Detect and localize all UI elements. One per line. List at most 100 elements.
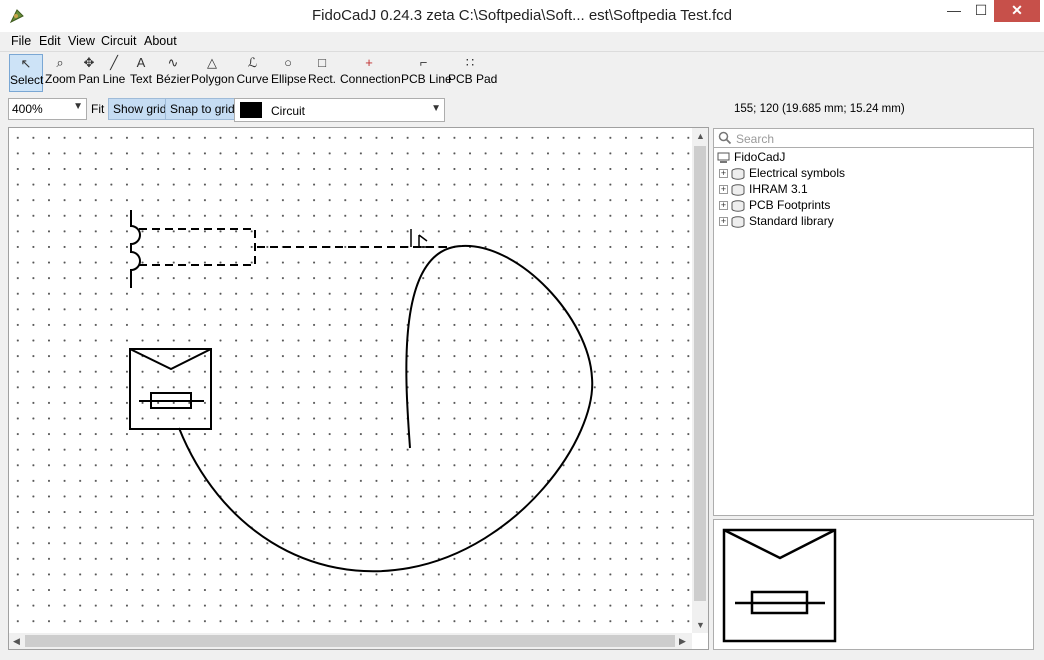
pcb-line-icon: ⌐ [419,55,428,70]
toolbar: ↖ Select ⌕ Zoom ✥ Pan ╱ Line A Text ∿ Bé… [0,51,1044,95]
curve-icon: ℒ [247,55,258,70]
options-bar: 400% ▼ Fit Show grid Snap to grid Circui… [0,95,1044,126]
drawing-area: ▲ ▼ ◀ ▶ [8,127,709,650]
scroll-down-icon[interactable]: ▼ [696,620,705,630]
fuse-component [129,348,212,430]
menu-file[interactable]: File [11,34,31,48]
tool-polygon[interactable]: △ Polygon [191,54,235,92]
ellipse-icon: ○ [284,55,292,70]
menu-bar: File Edit View Circuit About [0,32,1044,50]
layer-select[interactable]: Circuit ▼ [234,98,445,122]
pin-marker [410,229,432,248]
library-icon [731,200,745,212]
vertical-scroll-thumb[interactable] [694,146,706,601]
library-icon [731,168,745,180]
snap-to-grid-toggle[interactable]: Snap to grid [165,98,240,120]
library-icon [731,184,745,196]
tree-item-standard-library[interactable]: + Standard library [719,214,834,230]
show-grid-toggle[interactable]: Show grid [108,98,172,120]
tool-label: Pan [78,72,100,86]
tool-curve[interactable]: ℒ Curve [236,54,269,92]
select-arrow-icon: ↖ [20,56,32,71]
window-title: FidoCadJ 0.24.3 zeta C:\Softpedia\Soft..… [312,7,732,24]
horizontal-scrollbar[interactable]: ◀ ▶ [9,633,692,649]
tool-label: Zoom [45,72,76,86]
tool-label: Ellipse [271,72,307,86]
tool-label: Connection [340,72,401,86]
zoom-value: 400% [12,102,43,116]
dashed-wire [139,228,256,266]
layer-color-swatch [240,102,262,118]
tree-item-label: Standard library [749,214,834,228]
horizontal-scroll-thumb[interactable] [25,635,675,647]
zoom-select[interactable]: 400% ▼ [8,98,87,120]
tool-label: Line [102,72,126,86]
tool-label: Rect. [307,72,336,86]
tool-label: Polygon [191,72,235,86]
tool-rectangle[interactable]: □ Rect. [306,54,338,92]
expand-icon[interactable]: + [719,217,728,227]
fuse-preview [722,528,837,643]
tool-zoom[interactable]: ⌕ Zoom [45,54,76,92]
line-icon: ╱ [110,55,118,70]
tree-item-electrical-symbols[interactable]: + Electrical symbols [719,166,845,182]
zoom-icon: ⌕ [56,55,64,70]
connection-icon: + [365,55,373,70]
circuit-drawing [129,210,594,573]
minimize-button[interactable]: — [940,0,968,22]
expand-icon[interactable]: + [719,185,728,195]
pan-icon: ✥ [83,55,95,70]
tree-item-label: IHRAM 3.1 [749,182,808,196]
expand-icon[interactable]: + [719,201,728,211]
connector-symbol [130,210,141,288]
tool-label: Text [129,72,152,86]
scroll-right-icon[interactable]: ▶ [679,636,686,647]
tool-bezier[interactable]: ∿ Bézier [156,54,190,92]
chevron-down-icon: ▼ [73,101,83,112]
tool-line[interactable]: ╱ Line [102,54,126,92]
tree-root[interactable]: FidoCadJ [717,150,785,166]
title-bar: FidoCadJ 0.24.3 zeta C:\Softpedia\Soft..… [0,0,1044,33]
expand-icon[interactable]: + [719,169,728,179]
bezier-icon: ∿ [167,55,179,70]
menu-view[interactable]: View [68,34,95,48]
scroll-up-icon[interactable]: ▲ [696,131,705,141]
layer-name: Circuit [271,104,306,118]
menu-circuit[interactable]: Circuit [101,34,136,48]
menu-edit[interactable]: Edit [39,34,61,48]
tool-pcb-line[interactable]: ⌐ PCB Line [401,54,452,92]
computer-icon [717,152,730,163]
library-search[interactable] [713,128,1034,148]
coordinates-readout: 155; 120 (19.685 mm; 15.24 mm) [734,103,905,115]
tool-label: Bézier [156,72,191,86]
search-input[interactable] [734,131,1028,147]
symbol-preview [713,519,1034,650]
tool-pan[interactable]: ✥ Pan [77,54,101,92]
text-icon: A [136,55,146,70]
fuse-chevron [129,348,212,371]
tree-item-label: Electrical symbols [749,166,846,180]
menu-about[interactable]: About [144,34,177,48]
tree-item-ihram[interactable]: + IHRAM 3.1 [719,182,808,198]
fit-button[interactable]: Fit [91,102,104,116]
scroll-left-icon[interactable]: ◀ [13,636,20,647]
drawing-canvas[interactable] [9,128,692,633]
maximize-button[interactable]: ☐ [968,0,994,22]
polygon-icon: △ [207,55,217,70]
tool-ellipse[interactable]: ○ Ellipse [271,54,307,92]
tool-text[interactable]: A Text [128,54,154,92]
vertical-scrollbar[interactable]: ▲ ▼ [692,128,708,633]
tool-label: Curve [236,72,269,86]
close-button[interactable]: ✕ [994,0,1040,22]
chevron-down-icon: ▼ [431,103,441,114]
tree-item-label: PCB Footprints [749,198,831,212]
tool-label: PCB Line [401,72,452,86]
search-icon [718,131,732,145]
tool-pcb-pad[interactable]: ∷ PCB Pad [448,54,497,92]
library-tree: FidoCadJ + Electrical symbols + IHRAM 3.1 … [713,148,1034,516]
tool-select[interactable]: ↖ Select [9,54,43,92]
tool-connection[interactable]: + Connection [340,54,401,92]
tree-item-pcb-footprints[interactable]: + PCB Footprints [719,198,830,214]
pcb-pad-icon: ∷ [465,55,475,70]
tool-label: Select [10,73,44,87]
